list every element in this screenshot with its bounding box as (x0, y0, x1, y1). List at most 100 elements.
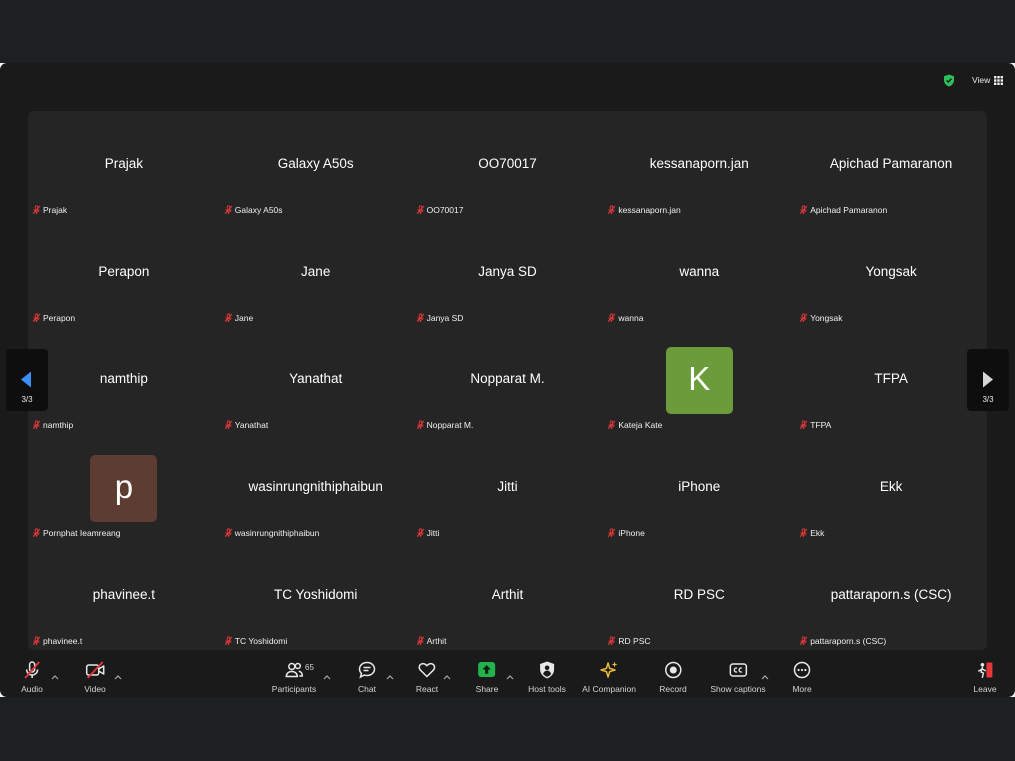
ai-companion-button[interactable]: AI Companion (582, 660, 636, 694)
cc-icon (728, 660, 748, 680)
audio-button[interactable]: Audio (21, 660, 43, 694)
mic-muted-icon (224, 420, 233, 430)
participant-display-name: Jane (301, 263, 331, 279)
participant-name-label: Yongsak (799, 312, 843, 323)
mic-muted-icon (799, 205, 808, 215)
participant-tile[interactable]: OO70017 OO70017 (412, 111, 604, 219)
arrow-left-icon (20, 371, 32, 388)
participant-name-label: iPhone (607, 528, 645, 538)
participant-tile[interactable]: Janya SD Janya SD (412, 219, 604, 327)
leave-label: Leave (973, 684, 997, 694)
mic-muted-icon (607, 528, 616, 538)
participant-tile[interactable]: Jane Jane (220, 219, 412, 327)
leave-button[interactable]: Leave (973, 660, 997, 694)
next-page-button[interactable]: 3/3 (967, 349, 1009, 411)
participant-display-name: Nopparat M. (470, 371, 545, 387)
chat-options-button[interactable] (386, 667, 394, 680)
participant-tile[interactable]: wasinrungnithiphaibun wasinrungnithiphaib… (220, 434, 412, 542)
participant-tile[interactable]: Ekk Ekk (795, 434, 987, 542)
participant-tile[interactable]: wanna wanna (603, 219, 795, 327)
avatar: K (665, 346, 733, 414)
participants-options-button[interactable] (323, 667, 331, 680)
chevron-up-icon (506, 667, 514, 680)
participant-name-text: Pornphat Ieamreang (43, 528, 121, 539)
participant-name-text: TFPA (810, 420, 832, 431)
view-button[interactable]: View (969, 73, 1006, 87)
participant-display-name: iPhone (678, 479, 721, 495)
participant-name-text: Nopparat M. (426, 420, 474, 431)
mic-muted-icon (224, 312, 233, 323)
react-options-button[interactable] (443, 667, 451, 680)
participant-tile[interactable]: Perapon Perapon (28, 219, 220, 327)
shield-check-icon[interactable] (943, 74, 955, 87)
mic-muted-icon (22, 660, 42, 680)
sparkle-icon (599, 660, 619, 680)
participant-tile[interactable]: kessanaporn.jan kessanaporn.jan (603, 111, 795, 219)
participant-tile[interactable]: Nopparat M. Nopparat M. (412, 327, 604, 435)
participant-display-name: Prajak (104, 155, 144, 171)
participant-tile[interactable]: Yanathat Yanathat (220, 327, 412, 435)
participant-name-text: Jitti (426, 528, 440, 539)
mic-muted-icon (799, 312, 808, 323)
participant-tile[interactable]: pattaraporn.s (CSC) pattaraporn.s (CSC) (795, 542, 987, 650)
participant-name-text: kessanaporn.jan (618, 204, 681, 215)
mic-muted-icon (32, 205, 41, 215)
react-button[interactable]: React (416, 660, 438, 694)
previous-page-button[interactable]: 3/3 (6, 349, 48, 411)
participant-tile[interactable]: Apichad Pamaranon Apichad Pamaranon (795, 111, 987, 219)
host-tools-button[interactable]: Host tools (528, 660, 566, 694)
participant-name-label: wanna (607, 313, 643, 323)
participant-tile[interactable]: TC Yoshidomi TC Yoshidomi (220, 542, 412, 650)
participant-display-name: Arthit (491, 587, 524, 603)
host-tools-label: Host tools (528, 684, 566, 694)
participant-tile[interactable]: TFPA TFPA (795, 327, 987, 435)
mic-muted-icon (224, 205, 233, 215)
participant-tile[interactable]: K Kateja Kate (603, 327, 795, 435)
participant-name-label: Jitti (416, 528, 440, 539)
participant-tile[interactable]: Galaxy A50s Galaxy A50s (220, 111, 412, 219)
participant-name-label: Ekk (799, 528, 824, 538)
arrow-right-icon (982, 371, 994, 388)
participant-name-label: pattaraporn.s (CSC) (799, 636, 886, 646)
participant-tile[interactable]: namthip namthip (28, 327, 220, 435)
record-button[interactable]: Record (659, 660, 687, 694)
participant-name-label: Pornphat Ieamreang (32, 528, 121, 538)
participant-name-text: wasinrungnithiphaibun (234, 528, 320, 539)
participant-name-text: Ekk (810, 528, 825, 539)
video-button[interactable]: Video (84, 660, 106, 694)
participant-name-label: RD PSC (607, 636, 651, 646)
participant-name-label: OO70017 (416, 205, 463, 215)
chat-label: Chat (358, 684, 376, 694)
page-indicator: 3/3 (21, 395, 33, 404)
ai-companion-label: AI Companion (582, 684, 636, 694)
more-icon (792, 660, 812, 680)
participant-tile[interactable]: Arthit Arthit (412, 542, 604, 650)
shield-icon (537, 660, 557, 680)
participant-name-text: phavinee.t (43, 636, 83, 646)
chat-button[interactable]: Chat (357, 660, 377, 694)
participant-name-label: Arthit (416, 636, 446, 646)
mic-muted-icon (607, 636, 616, 646)
participant-display-name: Galaxy A50s (277, 155, 354, 171)
participant-name-label: Kateja Kate (607, 420, 662, 430)
chevron-up-icon (323, 667, 331, 680)
participant-tile[interactable]: RD PSC RD PSC (603, 542, 795, 650)
participant-tile[interactable]: p Pornphat Ieamreang (28, 434, 220, 542)
more-button[interactable]: More (792, 660, 812, 694)
participant-tile[interactable]: Jitti Jitti (412, 434, 604, 542)
share-options-button[interactable] (506, 667, 514, 680)
share-button[interactable]: Share (476, 660, 498, 694)
participant-tile[interactable]: Yongsak Yongsak (795, 219, 987, 327)
show-captions-button[interactable]: Show captions (710, 660, 766, 694)
participant-name-label: Jane (224, 313, 253, 323)
video-options-button[interactable] (114, 667, 122, 680)
participant-tile[interactable]: phavinee.t phavinee.t (28, 542, 220, 650)
participant-tile[interactable]: Prajak Prajak (28, 111, 220, 219)
participant-tile[interactable]: iPhone iPhone (603, 434, 795, 542)
audio-options-button[interactable] (51, 667, 59, 680)
participant-name-text: Yanathat (234, 420, 269, 431)
chevron-up-icon (761, 667, 769, 680)
participant-name-label: TC Yoshidomi (224, 636, 287, 646)
captions-options-button[interactable] (761, 667, 769, 680)
share-screen-icon (477, 660, 497, 680)
